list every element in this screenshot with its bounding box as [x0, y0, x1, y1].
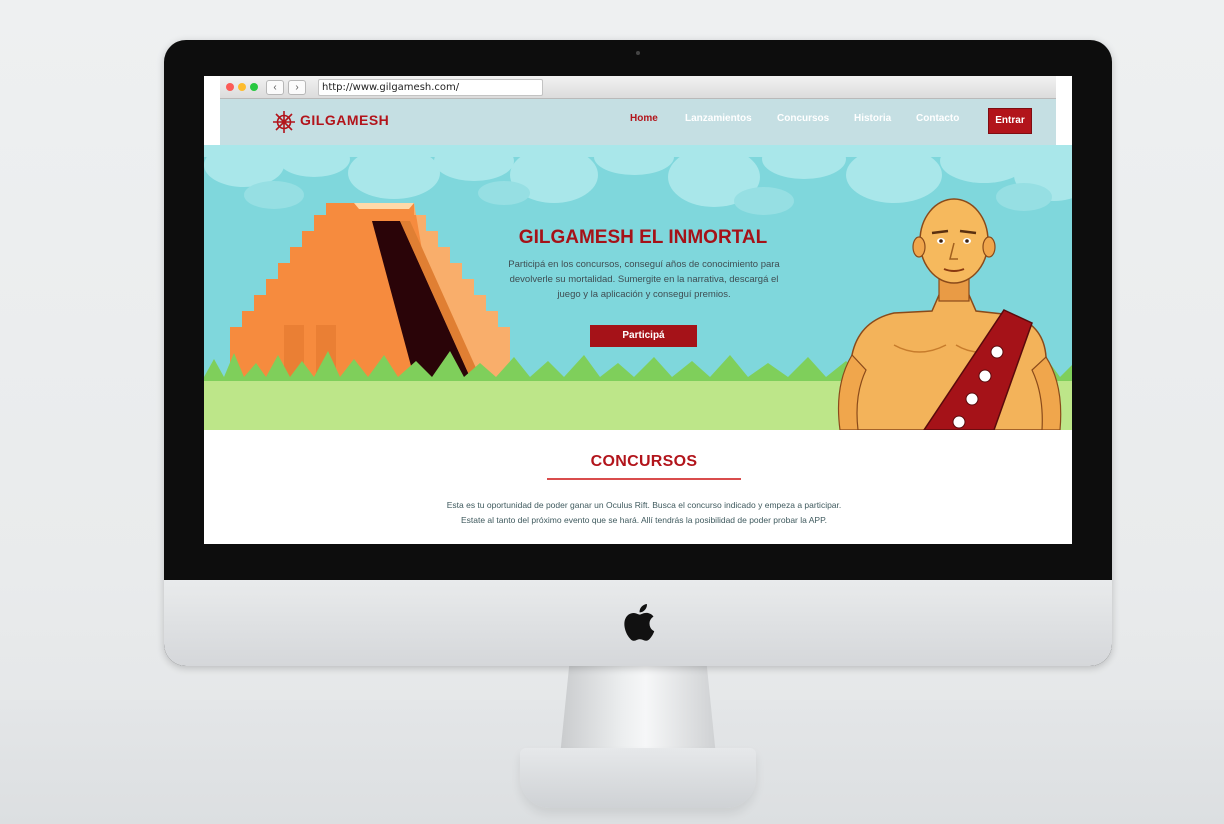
nav-lanzamientos[interactable]: Lanzamientos — [685, 113, 752, 124]
close-window-button[interactable] — [226, 83, 234, 91]
section-divider — [547, 478, 741, 480]
zoom-window-button[interactable] — [250, 83, 258, 91]
hero-title: GILGAMESH EL INMORTAL — [518, 227, 768, 248]
hero-banner: GILGAMESH EL INMORTAL Participá en los c… — [204, 145, 1072, 430]
address-bar[interactable]: http://www.gilgamesh.com/ — [318, 79, 543, 96]
screen: ‹ › http://www.gilgamesh.com/ GILGAMESH — [204, 76, 1072, 544]
nav-home[interactable]: Home — [630, 113, 658, 124]
enter-button[interactable]: Entrar — [988, 108, 1032, 134]
monitor-stand-base — [520, 748, 756, 808]
nav-concursos[interactable]: Concursos — [777, 113, 829, 124]
concursos-section: CONCURSOS Esta es tu oportunidad de pode… — [204, 430, 1072, 544]
nav-contacto[interactable]: Contacto — [916, 113, 959, 124]
participa-button[interactable]: Participá — [590, 325, 697, 347]
browser-toolbar: ‹ › http://www.gilgamesh.com/ — [220, 76, 1056, 99]
nav-historia[interactable]: Historia — [854, 113, 891, 124]
concursos-description: Esta es tu oportunidad de poder ganar un… — [446, 500, 842, 525]
website: GILGAMESH Home Lanzamientos Concursos Hi… — [204, 99, 1072, 544]
hero-description: Participá en los concursos, conseguí año… — [508, 259, 780, 300]
imac-monitor: ‹ › http://www.gilgamesh.com/ GILGAMESH — [164, 40, 1112, 666]
concursos-title: CONCURSOS — [590, 453, 698, 470]
camera-dot — [636, 51, 640, 55]
apple-logo-icon — [624, 604, 655, 641]
forward-button[interactable]: › — [288, 80, 306, 95]
star-logo-icon — [273, 111, 295, 133]
minimize-window-button[interactable] — [238, 83, 246, 91]
site-header: GILGAMESH Home Lanzamientos Concursos Hi… — [220, 99, 1056, 145]
brand-name[interactable]: GILGAMESH — [300, 112, 389, 128]
monitor-stand — [560, 664, 716, 756]
back-button[interactable]: ‹ — [266, 80, 284, 95]
